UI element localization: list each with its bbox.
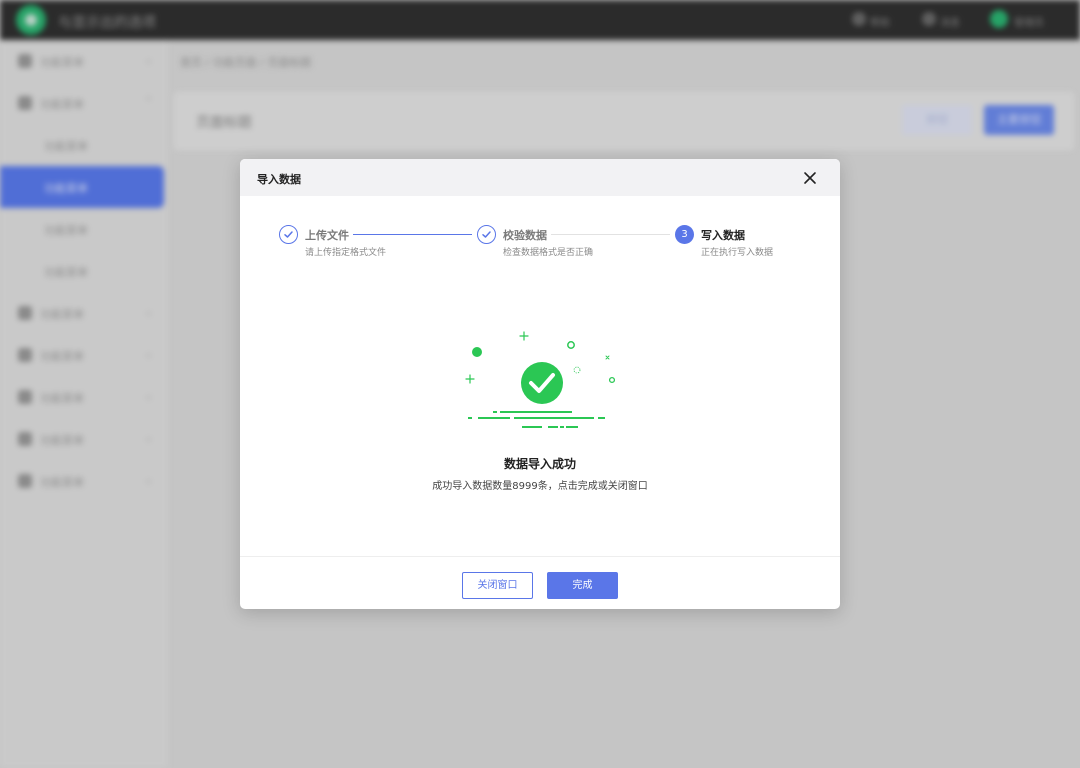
result-description: 成功导入数据数量8999条，点击完成或关闭窗口: [432, 481, 648, 492]
step-title: 校验数据: [503, 229, 547, 242]
done-button[interactable]: 完成: [547, 572, 618, 599]
modal-title: 导入数据: [257, 173, 301, 186]
step-check-circle: [477, 225, 496, 244]
result-title: 数据导入成功: [503, 457, 576, 471]
success-illustration: [465, 331, 616, 428]
step-connector: [353, 234, 472, 235]
modal-footer: 关闭窗口 完成: [240, 556, 840, 609]
modal-header: 导入数据: [240, 159, 840, 196]
check-icon: [482, 231, 491, 238]
step-description: 请上传指定格式文件: [305, 248, 387, 258]
step-check-circle: [279, 225, 298, 244]
close-icon[interactable]: [800, 168, 820, 188]
step-title: 上传文件: [305, 229, 349, 242]
step-connector: [551, 234, 670, 235]
step-title: 写入数据: [701, 229, 745, 242]
step-description: 正在执行写入数据: [701, 248, 774, 258]
check-icon: [284, 231, 293, 238]
step-description: 检查数据格式是否正确: [503, 248, 594, 258]
close-window-button[interactable]: 关闭窗口: [462, 572, 533, 599]
step-number: 3: [675, 225, 694, 244]
import-data-modal: 导入数据 上传文件 请上传指定格式文件 校验数据 检查数据格式是否正确 3 写入…: [240, 159, 840, 609]
